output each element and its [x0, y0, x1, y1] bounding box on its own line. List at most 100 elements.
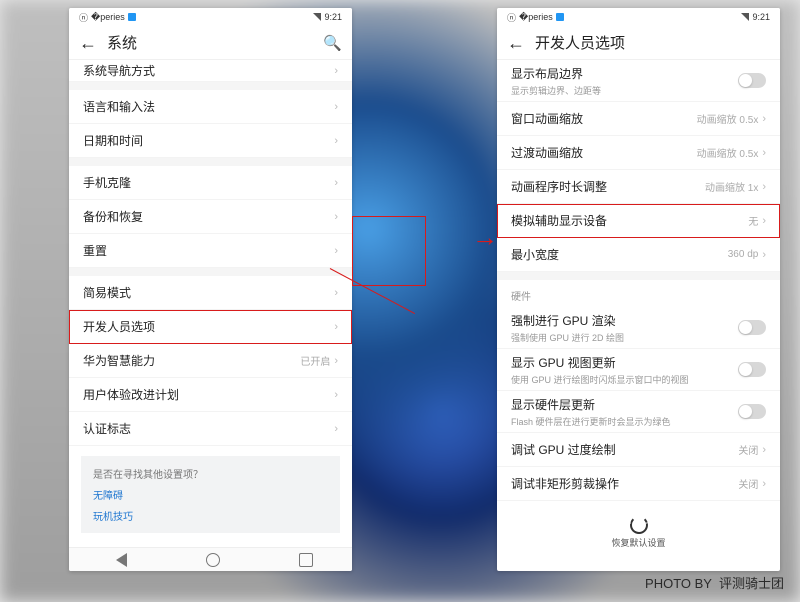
- item-label: 显示布局边界: [511, 65, 738, 82]
- annotation-arrow-icon: →: [472, 222, 498, 253]
- credit-author: 评测骑士团: [719, 576, 784, 591]
- toggle-switch[interactable]: [738, 320, 766, 335]
- item-label: 调试 GPU 过度绘制: [511, 441, 738, 458]
- section-gap: [69, 158, 352, 166]
- list-item[interactable]: 认证标志›: [69, 412, 352, 446]
- item-label: 华为智慧能力: [83, 352, 300, 369]
- chevron-right-icon: ›: [334, 245, 338, 257]
- section-gap: [497, 272, 780, 280]
- chevron-right-icon: ›: [334, 423, 338, 435]
- nav-back-icon[interactable]: [109, 553, 127, 567]
- list-item[interactable]: 用户体验改进计划›: [69, 378, 352, 412]
- item-label: 调试非矩形剪裁操作: [511, 475, 738, 492]
- item-value: 360 dp: [728, 249, 759, 260]
- tip-link-tips[interactable]: 玩机技巧: [93, 508, 328, 523]
- chevron-right-icon: ›: [762, 215, 766, 227]
- wifi-icon: �peries: [519, 12, 553, 23]
- list-item[interactable]: 调试非矩形剪裁操作关闭›: [497, 467, 780, 501]
- nfc-icon: ⓝ: [79, 11, 88, 24]
- status-bar: ⓝ �peries 9:21: [497, 8, 780, 26]
- list-item[interactable]: 日期和时间›: [69, 124, 352, 158]
- item-label: 用户体验改进计划: [83, 386, 334, 403]
- back-icon[interactable]: ←: [79, 34, 97, 52]
- chevron-right-icon: ›: [334, 177, 338, 189]
- section-header: 硬件: [497, 280, 780, 307]
- toggle-switch[interactable]: [738, 362, 766, 377]
- item-label: 最小宽度: [511, 246, 728, 263]
- phone-left-system: ⓝ �peries 9:21 ← 系统 🔍 系统导航方式 › 语言和输入法› 日…: [69, 8, 352, 571]
- search-icon[interactable]: 🔍: [323, 34, 342, 52]
- chevron-right-icon: ›: [762, 444, 766, 456]
- photo-credit: PHOTO BY 评测骑士团: [645, 573, 784, 592]
- nfc-icon: ⓝ: [507, 11, 516, 24]
- spinner-icon: [629, 516, 647, 534]
- item-value: 关闭: [738, 442, 758, 457]
- list-item[interactable]: 动画程序时长调整动画缩放 1x›: [497, 170, 780, 204]
- list-item[interactable]: 简易模式›: [69, 276, 352, 310]
- list-item[interactable]: 显示布局边界 显示剪辑边界、边距等: [497, 60, 780, 102]
- item-value: 动画缩放 0.5x: [697, 145, 759, 160]
- nav-home-icon[interactable]: [206, 553, 220, 567]
- item-label: 语言和输入法: [83, 98, 334, 115]
- tip-link-accessibility[interactable]: 无障碍: [93, 487, 328, 502]
- loading-text: 恢复默认设置: [611, 536, 665, 549]
- item-sublabel: 强制使用 GPU 进行 2D 绘图: [511, 331, 738, 344]
- chevron-right-icon: ›: [762, 113, 766, 125]
- back-icon[interactable]: ←: [507, 34, 525, 52]
- section-gap: [69, 268, 352, 276]
- list-item[interactable]: 最小宽度360 dp›: [497, 238, 780, 272]
- list-item[interactable]: 显示硬件层更新Flash 硬件层在进行更新时会显示为绿色: [497, 391, 780, 433]
- app-icon: [128, 13, 136, 21]
- chevron-right-icon: ›: [334, 135, 338, 147]
- item-label: 认证标志: [83, 420, 334, 437]
- chevron-right-icon: ›: [334, 211, 338, 223]
- clock-text: 9:21: [752, 12, 770, 22]
- item-label: 动画程序时长调整: [511, 178, 705, 195]
- content-scroll[interactable]: 系统导航方式 › 语言和输入法› 日期和时间› 手机克隆› 备份和恢复› 重置›…: [69, 60, 352, 547]
- toggle-switch[interactable]: [738, 404, 766, 419]
- chevron-right-icon: ›: [762, 147, 766, 159]
- signal-icon: [313, 13, 321, 21]
- chevron-right-icon: ›: [334, 101, 338, 113]
- item-value: 动画缩放 1x: [705, 179, 758, 194]
- list-item[interactable]: 系统导航方式 ›: [69, 60, 352, 82]
- chevron-right-icon: ›: [762, 249, 766, 261]
- chevron-right-icon: ›: [762, 478, 766, 490]
- list-item[interactable]: 窗口动画缩放动画缩放 0.5x›: [497, 102, 780, 136]
- list-item[interactable]: 过渡动画缩放动画缩放 0.5x›: [497, 136, 780, 170]
- item-label: 显示硬件层更新: [511, 396, 738, 413]
- item-label: 日期和时间: [83, 132, 334, 149]
- item-label: 显示 GPU 视图更新: [511, 354, 738, 371]
- content-scroll[interactable]: 显示布局边界 显示剪辑边界、边距等 窗口动画缩放动画缩放 0.5x› 过渡动画缩…: [497, 60, 780, 547]
- page-title: 开发人员选项: [535, 32, 770, 53]
- list-item[interactable]: 显示 GPU 视图更新使用 GPU 进行绘图时闪烁显示窗口中的视图: [497, 349, 780, 391]
- list-item[interactable]: 华为智慧能力已开启›: [69, 344, 352, 378]
- list-item-developer-options[interactable]: 开发人员选项›: [69, 310, 352, 344]
- list-item[interactable]: 重置›: [69, 234, 352, 268]
- chevron-right-icon: ›: [334, 389, 338, 401]
- status-bar: ⓝ �peries 9:21: [69, 8, 352, 26]
- nav-bar: [69, 547, 352, 571]
- credit-prefix: PHOTO BY: [645, 576, 712, 591]
- item-label: 重置: [83, 242, 334, 259]
- chevron-right-icon: ›: [334, 65, 338, 77]
- list-item[interactable]: 调试 GPU 过度绘制关闭 ›: [497, 433, 780, 467]
- signal-icon: [741, 13, 749, 21]
- item-label: 过渡动画缩放: [511, 144, 697, 161]
- list-item[interactable]: 手机克隆›: [69, 166, 352, 200]
- chevron-right-icon: ›: [334, 355, 338, 367]
- list-item[interactable]: 强制进行 GPU 渲染强制使用 GPU 进行 2D 绘图: [497, 307, 780, 349]
- chevron-right-icon: ›: [334, 287, 338, 299]
- nav-recent-icon[interactable]: [299, 553, 313, 567]
- toggle-switch[interactable]: [738, 73, 766, 88]
- watermark-icon: [544, 504, 570, 526]
- loading-overlay: 恢复默认设置: [611, 516, 665, 549]
- list-item-simulate-secondary-display[interactable]: 模拟辅助显示设备无›: [497, 204, 780, 238]
- tip-question: 是否在寻找其他设置项？: [93, 466, 328, 481]
- item-value: 无: [748, 213, 758, 228]
- item-value: 动画缩放 0.5x: [697, 111, 759, 126]
- list-item[interactable]: 备份和恢复›: [69, 200, 352, 234]
- list-item[interactable]: 语言和输入法›: [69, 90, 352, 124]
- item-label: 手机克隆: [83, 174, 334, 191]
- wifi-icon: �peries: [91, 12, 125, 23]
